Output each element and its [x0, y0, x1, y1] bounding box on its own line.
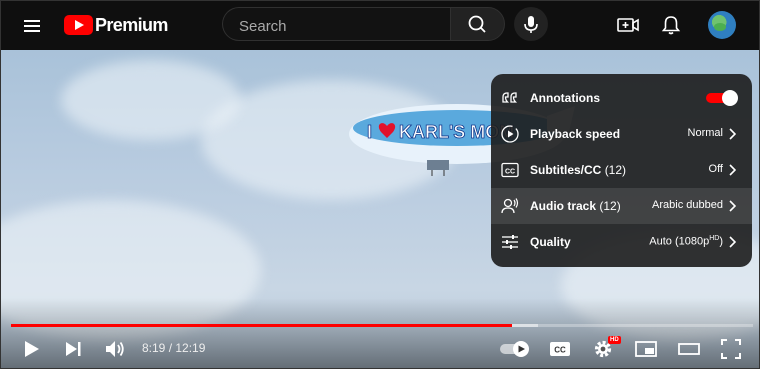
fullscreen-icon [721, 339, 741, 359]
playback-speed-icon [501, 125, 519, 143]
settings-menu: Annotations Playback speed Normal CC Sub… [491, 74, 752, 267]
closed-captions-icon: CC [550, 342, 570, 356]
chevron-right-icon [729, 164, 736, 176]
annotations-icon [502, 92, 518, 103]
annotations-toggle[interactable] [706, 90, 738, 106]
duration: 12:19 [175, 341, 206, 355]
menu-item-label: Audio track (12) [530, 199, 621, 213]
menu-item-quality[interactable]: Quality Auto (1080pHD) [491, 224, 752, 260]
search-input[interactable] [237, 15, 441, 37]
youtube-window: Premium Search I KARL'S MOM Annotations … [0, 0, 760, 369]
menu-item-label-text: Subtitles/CC [530, 163, 602, 177]
play-button[interactable] [18, 336, 44, 362]
subtitles-icon: CC [501, 162, 519, 178]
theater-mode-icon [678, 343, 700, 355]
notifications-button[interactable] [658, 12, 684, 38]
time-display: 8:19 / 12:19 [142, 341, 205, 355]
quality-value: Auto (1080p [649, 235, 710, 248]
play-icon [25, 341, 39, 357]
quality-sliders-icon [502, 235, 518, 249]
volume-icon [106, 341, 124, 357]
bell-icon [661, 16, 681, 35]
next-button[interactable] [60, 336, 86, 362]
hamburger-menu-button[interactable] [19, 13, 45, 39]
menu-item-audio-track[interactable]: Audio track (12) Arabic dubbed [491, 188, 752, 224]
video-camera-plus-icon [617, 18, 639, 32]
top-bar: Premium [1, 1, 759, 50]
progress-bar[interactable] [11, 324, 753, 327]
toggle-knob [722, 90, 738, 106]
menu-item-label-text: Audio track [530, 199, 597, 213]
miniplayer-button[interactable] [633, 336, 659, 362]
svg-text:CC: CC [505, 169, 515, 176]
subtitles-button[interactable]: CC [547, 336, 573, 362]
cloud [61, 60, 241, 140]
logo-text: Premium [95, 14, 168, 35]
search-box [222, 7, 450, 41]
menu-item-label: Annotations [530, 91, 600, 105]
menu-item-value: Arabic dubbed [652, 199, 723, 211]
miniplayer-icon [635, 341, 657, 357]
played-bar [11, 324, 512, 327]
search-icon [468, 15, 486, 33]
quality-value-suffix: ) [719, 235, 723, 248]
menu-item-subtitles[interactable]: CC Subtitles/CC (12) Off [491, 152, 752, 188]
menu-item-label: Subtitles/CC (12) [530, 163, 626, 177]
account-avatar[interactable] [708, 11, 736, 39]
menu-item-count: (12) [599, 199, 621, 213]
chevron-right-icon [729, 200, 736, 212]
microphone-icon [524, 16, 538, 33]
menu-item-label: Quality [530, 235, 571, 249]
theater-mode-button[interactable] [676, 336, 702, 362]
svg-text:I: I [367, 122, 372, 142]
menu-item-value: Normal [687, 127, 723, 139]
hamburger-icon [24, 20, 40, 32]
voice-search-button[interactable] [514, 7, 548, 41]
chevron-right-icon [729, 236, 736, 248]
menu-item-value: Off [708, 163, 723, 175]
menu-item-label: Playback speed [530, 127, 621, 141]
autoplay-icon [500, 341, 529, 357]
menu-item-count: (12) [604, 163, 627, 177]
create-button[interactable] [615, 12, 641, 38]
svg-text:CC: CC [554, 346, 566, 355]
hd-badge: HD [608, 336, 621, 344]
menu-item-value: Auto (1080pHD) [649, 235, 723, 248]
quality-hd-sup: HD [709, 235, 720, 242]
menu-item-annotations[interactable]: Annotations [491, 80, 752, 116]
audio-track-icon [501, 198, 519, 214]
time-separator: / [165, 341, 176, 355]
autoplay-toggle[interactable] [499, 340, 533, 358]
mute-button[interactable] [102, 336, 128, 362]
youtube-logo-icon [64, 15, 93, 35]
menu-item-playback-speed[interactable]: Playback speed Normal [491, 116, 752, 152]
chevron-right-icon [729, 128, 736, 140]
current-time: 8:19 [142, 341, 166, 355]
fullscreen-button[interactable] [718, 336, 744, 362]
search-button[interactable] [450, 7, 505, 41]
skip-next-icon [66, 342, 81, 356]
youtube-premium-logo[interactable]: Premium [64, 14, 168, 36]
